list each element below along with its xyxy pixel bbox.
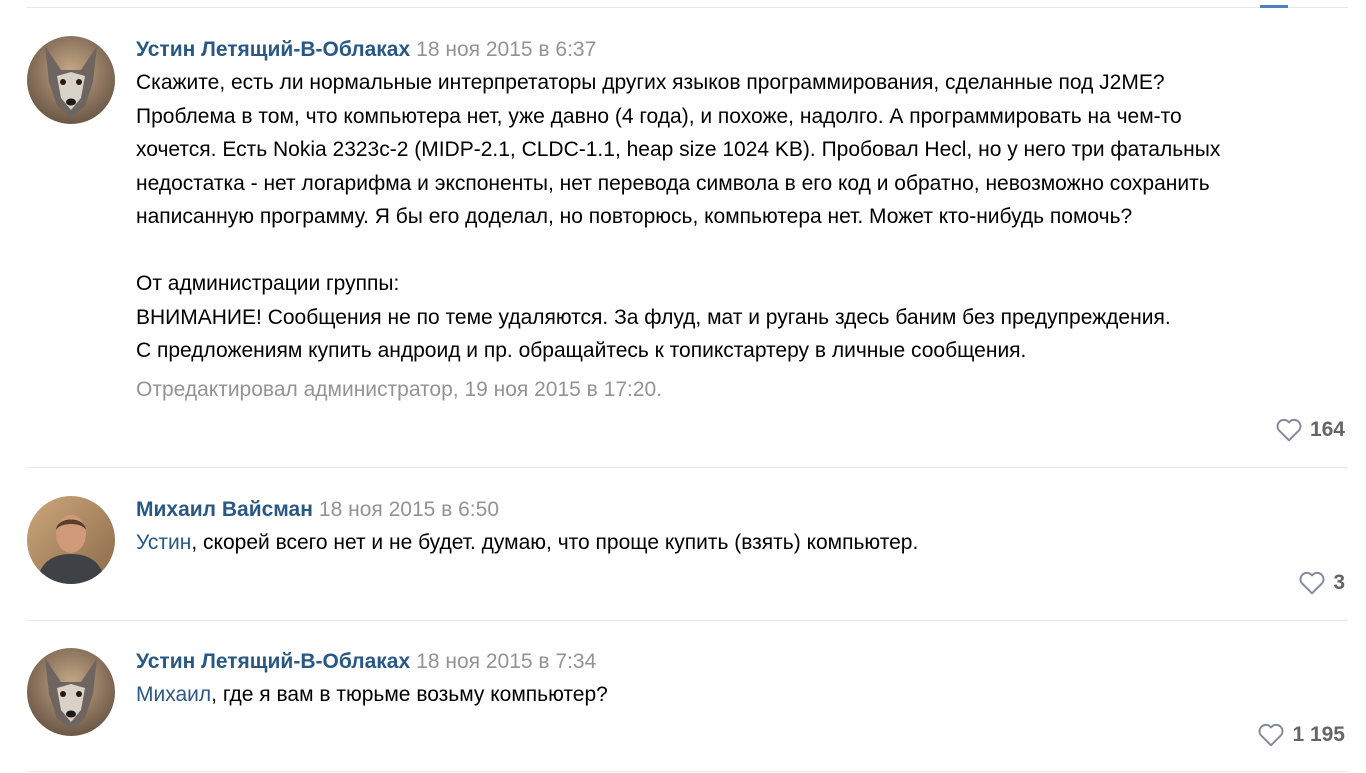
active-tab-indicator: [1260, 5, 1288, 8]
text-line: Скажите, есть ли нормальные интерпретато…: [136, 71, 1165, 94]
comment-date[interactable]: 18 ноя 2015 в 7:34: [416, 650, 596, 673]
avatar[interactable]: [27, 36, 115, 124]
comment-header: Михаил Вайсман 18 ноя 2015 в 6:50: [136, 496, 1348, 524]
top-divider: [27, 7, 1348, 8]
admin-line: От администрации группы:: [136, 272, 400, 295]
author-name[interactable]: Устин Летящий-В-Облаках: [136, 650, 410, 673]
edited-note: Отредактировал администратор, 19 ноя 201…: [136, 377, 663, 401]
like-button[interactable]: 1 195: [1258, 723, 1345, 747]
text-line: хочется. Есть Nokia 2323c-2 (MIDP-2.1, C…: [136, 138, 1221, 161]
comment-separator: [27, 467, 1348, 468]
avatar[interactable]: [27, 496, 115, 584]
like-count: 164: [1309, 418, 1345, 441]
like-count: 1 195: [1292, 723, 1345, 746]
comment-1: Устин Летящий-В-Облаках 18 ноя 2015 в 6:3…: [27, 36, 1348, 456]
comment-separator: [27, 771, 1348, 772]
like-count: 3: [1333, 571, 1345, 594]
comment-body: , где я вам в тюрьме возьму компьютер?: [211, 683, 608, 706]
like-button[interactable]: 3: [1299, 571, 1345, 595]
author-name[interactable]: Михаил Вайсман: [136, 498, 313, 521]
heart-outline-icon: [1299, 571, 1325, 595]
comment-header: Устин Летящий-В-Облаках 18 ноя 2015 в 7:3…: [136, 648, 1348, 676]
comment-3: Устин Летящий-В-Облаках 18 ноя 2015 в 7:3…: [27, 648, 1348, 758]
admin-line: ВНИМАНИЕ! Сообщения не по теме удаляются…: [136, 305, 1171, 329]
text-line: Проблема в том, что компьютера нет, уже …: [136, 104, 1182, 128]
comment-separator: [27, 620, 1348, 621]
comment-text: Скажите, есть ли нормальные интерпретато…: [136, 66, 1348, 368]
author-name[interactable]: Устин Летящий-В-Облаках: [136, 38, 410, 61]
comment-text: Михаил, где я вам в тюрьме возьму компью…: [136, 678, 1348, 712]
admin-line: С предложениям купить андроид и пр. обра…: [136, 339, 1027, 362]
comment-body: , скорей всего нет и не будет. думаю, чт…: [191, 531, 919, 554]
text-line: написанную программу. Я бы его доделал, …: [136, 205, 1133, 228]
like-button[interactable]: 164: [1276, 418, 1345, 442]
avatar[interactable]: [27, 648, 115, 736]
mention-link[interactable]: Устин: [136, 531, 191, 554]
heart-outline-icon: [1276, 418, 1302, 442]
comment-text: Устин, скорей всего нет и не будет. дума…: [136, 526, 1348, 560]
comment-2: Михаил Вайсман 18 ноя 2015 в 6:50 Устин, …: [27, 496, 1348, 606]
wolf-avatar-image: [27, 36, 115, 124]
mention-link[interactable]: Михаил: [136, 683, 211, 706]
comment-date[interactable]: 18 ноя 2015 в 6:50: [319, 498, 499, 521]
comment-header: Устин Летящий-В-Облаках 18 ноя 2015 в 6:3…: [136, 36, 1348, 64]
wolf-avatar-image: [27, 648, 115, 736]
heart-outline-icon: [1258, 723, 1284, 747]
text-line: недостатка - нет логарифма и экспоненты,…: [136, 171, 1210, 195]
comment-date[interactable]: 18 ноя 2015 в 6:37: [416, 38, 596, 61]
man-avatar-image: [27, 496, 115, 584]
